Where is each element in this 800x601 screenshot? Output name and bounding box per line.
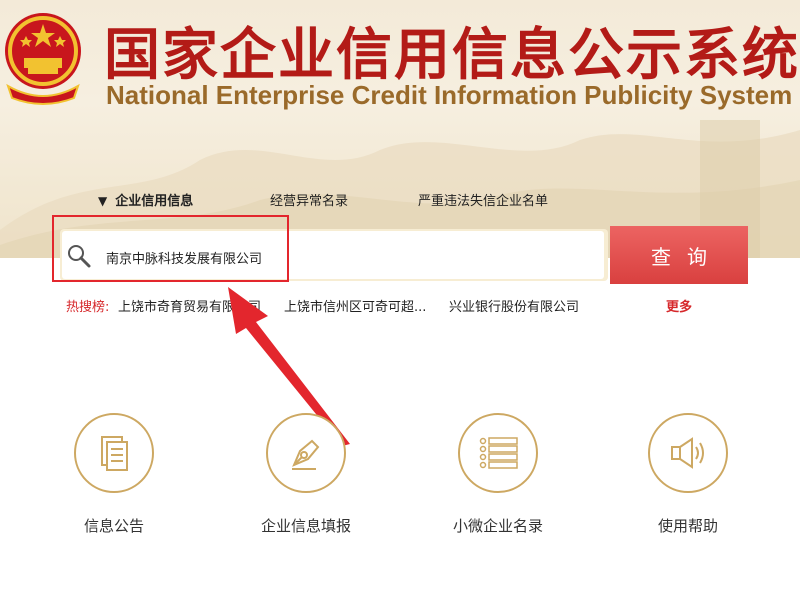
pen-icon bbox=[292, 439, 320, 470]
feature-label: 小微企业名录 bbox=[452, 517, 543, 535]
search-icon bbox=[68, 245, 91, 268]
site-title-en: National Enterprise Credit Information P… bbox=[106, 80, 793, 110]
document-icon bbox=[101, 436, 128, 471]
feature-info-report[interactable]: 企业信息填报 bbox=[236, 413, 376, 543]
feature-help[interactable]: 使用帮助 bbox=[618, 413, 758, 543]
feature-circle bbox=[74, 413, 154, 493]
hot-search-label: 热搜榜: bbox=[66, 300, 110, 315]
hot-search-item[interactable]: 兴业银行股份有限公司 bbox=[449, 296, 579, 315]
more-link[interactable]: 更多 bbox=[666, 296, 692, 315]
feature-label: 使用帮助 bbox=[657, 517, 718, 535]
feature-label: 企业信息填报 bbox=[260, 517, 351, 535]
tab-blacklist[interactable]: 严重违法失信企业名单 bbox=[418, 190, 548, 209]
feature-small-enterprise-list[interactable]: 小微企业名录 bbox=[428, 413, 568, 543]
search-button[interactable]: 查询 bbox=[610, 226, 748, 284]
hot-search-row: 热搜榜: 上饶市奇育贸易有限公司 上饶市信州区可奇可超... 兴业银行股份有限公… bbox=[0, 296, 800, 315]
search-category-tabs: ▼ 企业信用信息 经营异常名录 严重违法失信企业名单 bbox=[0, 190, 800, 210]
feature-notices[interactable]: 信息公告 bbox=[44, 413, 184, 543]
feature-circle bbox=[266, 413, 346, 493]
tab-abnormal-list[interactable]: 经营异常名录 bbox=[270, 190, 348, 209]
triangle-down-icon: ▼ bbox=[98, 194, 108, 208]
header-banner: 国家企业信用信息公示系统 National Enterprise Credit … bbox=[0, 0, 800, 258]
speaker-icon bbox=[671, 437, 704, 469]
hot-search-item[interactable]: 上饶市奇育贸易有限公司 bbox=[118, 296, 261, 315]
tab-enterprise-credit[interactable]: ▼ 企业信用信息 bbox=[98, 190, 193, 209]
search-input[interactable] bbox=[104, 244, 588, 270]
list-icon bbox=[479, 437, 518, 469]
feature-circle bbox=[458, 413, 538, 493]
site-title-cn: 国家企业信用信息公示系统 bbox=[104, 23, 800, 88]
feature-circle bbox=[648, 413, 728, 493]
hot-search-item[interactable]: 上饶市信州区可奇可超... bbox=[284, 296, 426, 315]
tab-label: 企业信用信息 bbox=[115, 194, 194, 209]
feature-label: 信息公告 bbox=[83, 517, 144, 535]
national-emblem-icon bbox=[5, 13, 81, 105]
